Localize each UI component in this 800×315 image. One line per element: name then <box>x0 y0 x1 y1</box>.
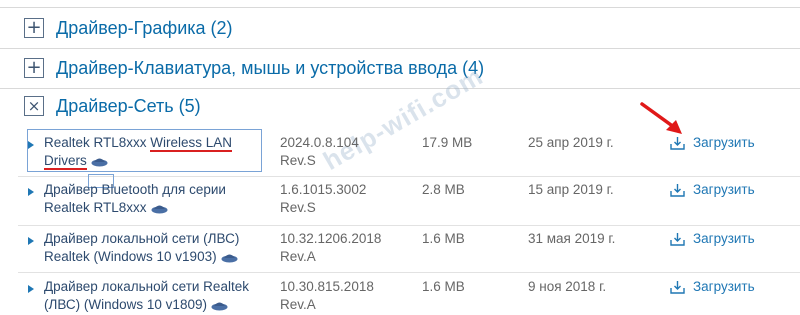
download-label[interactable]: Загрузить <box>693 181 755 199</box>
download-label[interactable]: Загрузить <box>693 278 755 296</box>
download-button[interactable]: Загрузить <box>670 181 780 199</box>
download-tray-icon[interactable] <box>670 136 685 150</box>
category-graphics[interactable]: + Драйвер-Графика (2) <box>24 13 233 43</box>
driver-name-cell: Realtek RTL8xxx Wireless LAN Drivers <box>28 134 270 170</box>
expand-arrow-icon[interactable] <box>28 188 34 196</box>
driver-name-link[interactable]: Драйвер Bluetooth для серии Realtek RTL8… <box>30 181 270 217</box>
plus-square-icon[interactable]: + <box>24 58 44 78</box>
size-cell: 1.6 MB <box>422 279 465 294</box>
download-label[interactable]: Загрузить <box>693 230 755 248</box>
expand-arrow-icon[interactable] <box>28 141 34 149</box>
driver-name-link[interactable]: Realtek RTL8xxx Wireless LAN Drivers <box>30 134 270 170</box>
row-divider <box>18 272 800 273</box>
expand-arrow-icon[interactable] <box>28 285 34 293</box>
size-cell: 17.9 MB <box>422 135 473 150</box>
cap-info-icon[interactable] <box>211 300 228 311</box>
date-cell: 15 апр 2019 г. <box>528 182 614 197</box>
divider <box>0 7 800 8</box>
category-label[interactable]: Драйвер-Клавиатура, мышь и устройства вв… <box>56 58 484 79</box>
category-keyboard-mouse[interactable]: + Драйвер-Клавиатура, мышь и устройства … <box>24 53 484 83</box>
download-button[interactable]: Загрузить <box>670 278 780 296</box>
driver-name-cell: Драйвер Bluetooth для серии Realtek RTL8… <box>28 181 270 217</box>
version-cell: 2024.0.8.104 Rev.S <box>280 135 359 168</box>
date-cell: 31 мая 2019 г. <box>528 231 616 246</box>
driver-name-cell: Драйвер локальной сети (ЛВС) Realtek (Wi… <box>28 230 270 266</box>
version-cell: 10.30.815.2018 Rev.A <box>280 279 374 312</box>
download-tray-icon[interactable] <box>670 183 685 197</box>
size-cell: 2.8 MB <box>422 182 465 197</box>
category-label[interactable]: Драйвер-Графика (2) <box>56 18 233 39</box>
x-square-icon[interactable]: × <box>24 96 44 116</box>
version-cell: 1.6.1015.3002 Rev.S <box>280 182 367 215</box>
cap-info-icon[interactable] <box>151 203 168 214</box>
table-row: Realtek RTL8xxx Wireless LAN Drivers 202… <box>0 134 800 174</box>
cap-info-icon[interactable] <box>221 252 238 263</box>
size-cell: 1.6 MB <box>422 231 465 246</box>
category-label[interactable]: Драйвер-Сеть (5) <box>56 96 201 117</box>
table-row: Драйвер Bluetooth для серии Realtek RTL8… <box>0 181 800 221</box>
download-button[interactable]: Загрузить <box>670 230 780 248</box>
row-divider <box>18 176 800 177</box>
download-tray-icon[interactable] <box>670 280 685 294</box>
divider <box>0 88 800 89</box>
download-button[interactable]: Загрузить <box>670 134 780 152</box>
driver-name-link[interactable]: Драйвер локальной сети Realtek (ЛВС) (Wi… <box>30 278 270 314</box>
category-network[interactable]: × Драйвер-Сеть (5) <box>24 91 201 121</box>
table-row: Драйвер локальной сети Realtek (ЛВС) (Wi… <box>0 278 800 315</box>
cap-info-icon[interactable] <box>91 156 108 167</box>
driver-name-link[interactable]: Драйвер локальной сети (ЛВС) Realtek (Wi… <box>30 230 270 266</box>
date-cell: 9 ноя 2018 г. <box>528 279 607 294</box>
row-divider <box>18 225 800 226</box>
download-tray-icon[interactable] <box>670 232 685 246</box>
download-label[interactable]: Загрузить <box>693 134 755 152</box>
date-cell: 25 апр 2019 г. <box>528 135 614 150</box>
plus-square-icon[interactable]: + <box>24 18 44 38</box>
version-cell: 10.32.1206.2018 Rev.A <box>280 231 382 264</box>
table-row: Драйвер локальной сети (ЛВС) Realtek (Wi… <box>0 230 800 270</box>
driver-name-cell: Драйвер локальной сети Realtek (ЛВС) (Wi… <box>28 278 270 314</box>
divider <box>0 48 800 49</box>
expand-arrow-icon[interactable] <box>28 237 34 245</box>
